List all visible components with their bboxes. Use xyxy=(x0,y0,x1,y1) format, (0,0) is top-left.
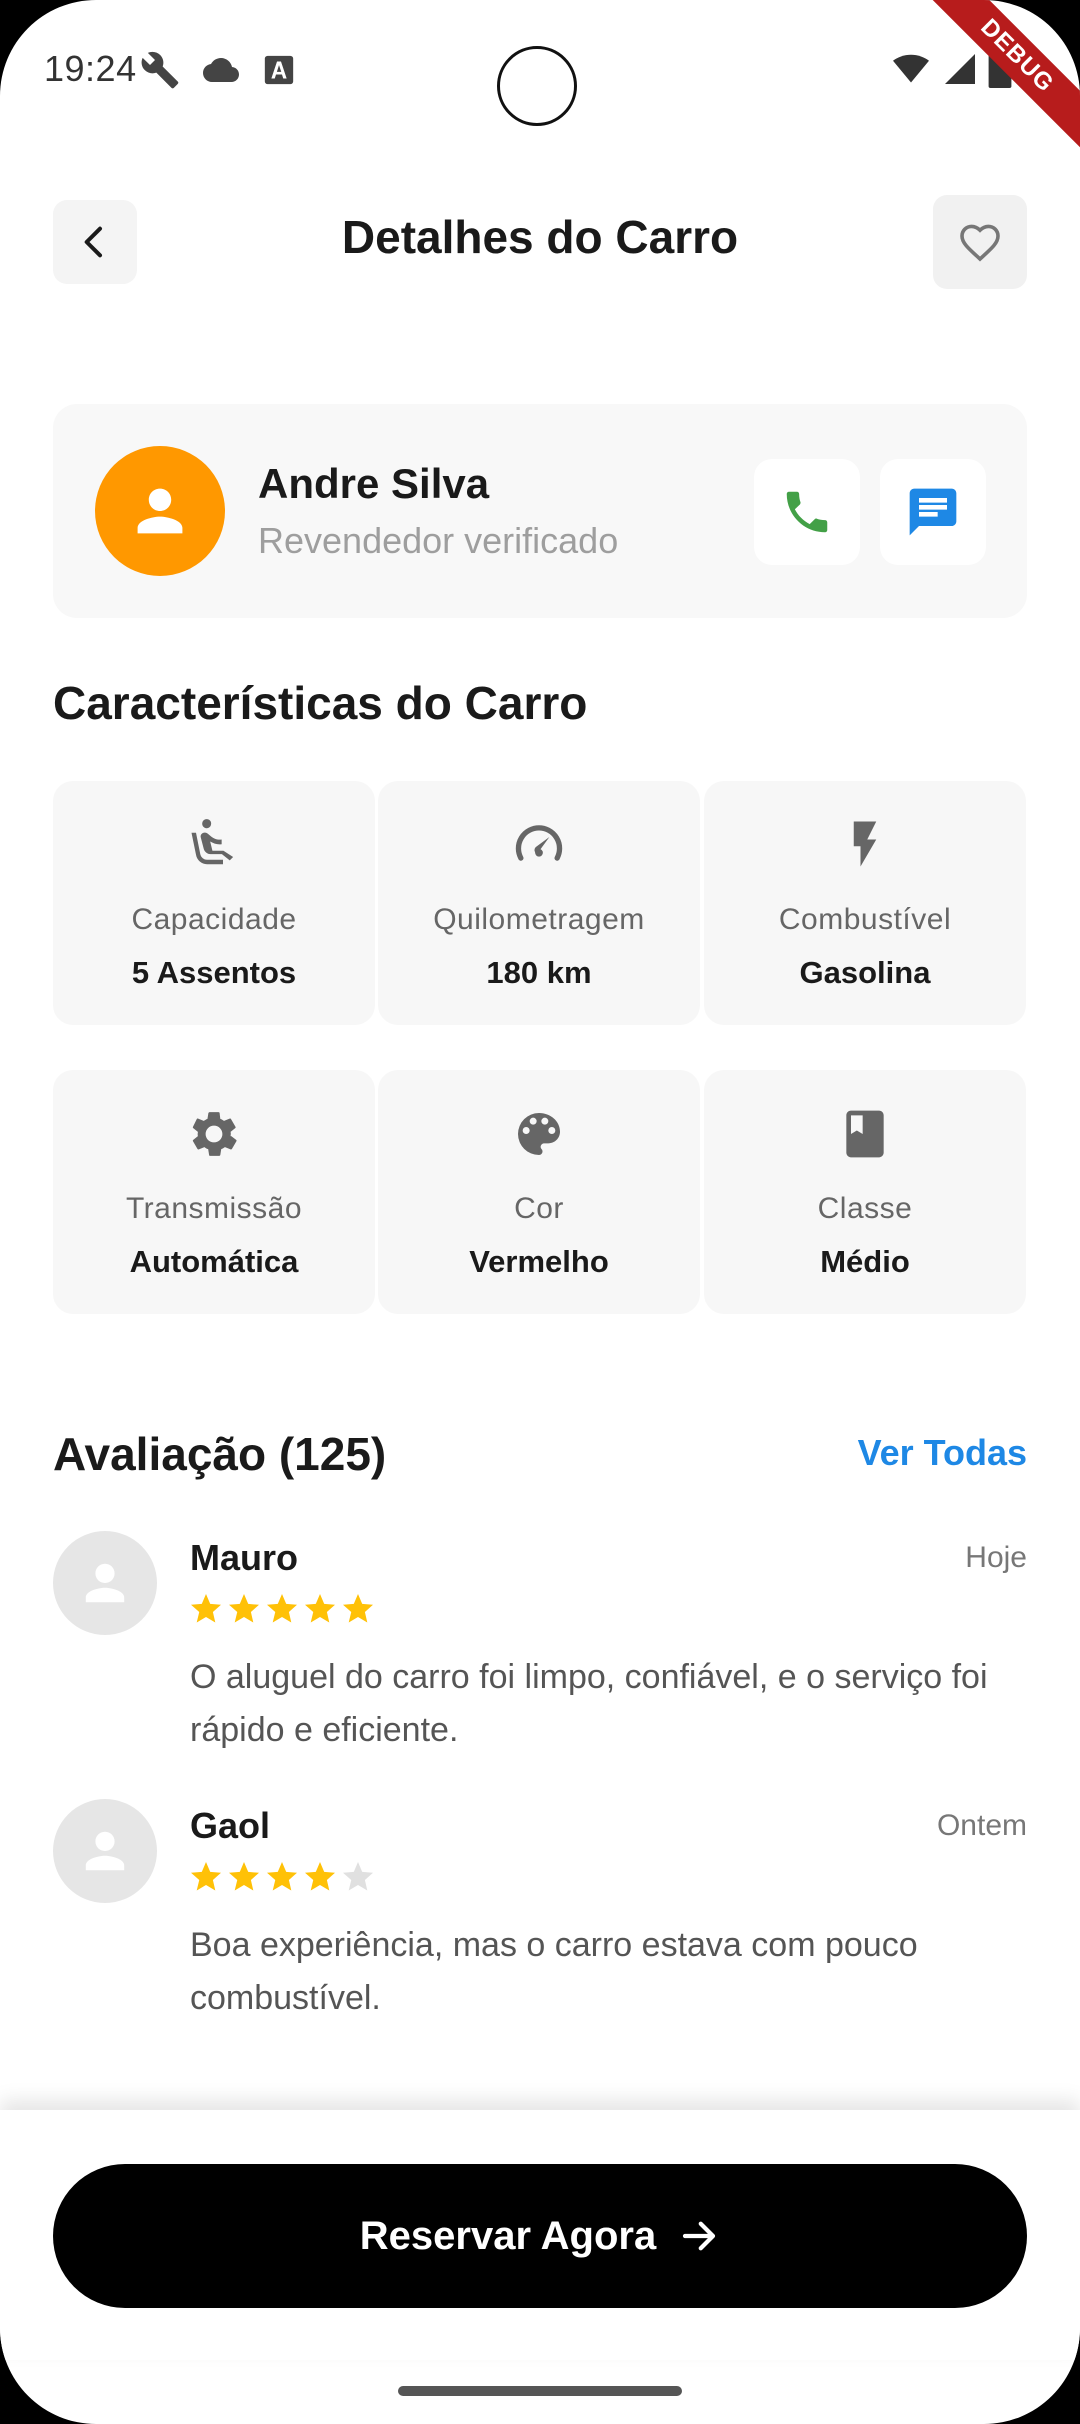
speedometer-icon xyxy=(515,825,563,861)
feature-value: 180 km xyxy=(486,955,592,990)
reserve-now-label: Reservar Agora xyxy=(359,2213,657,2258)
reviewer-avatar xyxy=(53,1531,157,1635)
bottom-bar: Reservar Agora xyxy=(0,2110,1080,2360)
wifi-icon xyxy=(893,54,929,83)
font-icon xyxy=(264,55,294,85)
page-title: Detalhes do Carro xyxy=(341,211,739,263)
feature-color: Cor Vermelho xyxy=(378,1070,700,1314)
feature-value: 5 Assentos xyxy=(131,955,297,990)
reviewer-name: Gaol xyxy=(190,1805,271,1846)
feature-value: Automática xyxy=(129,1244,299,1279)
book-icon xyxy=(846,1110,884,1158)
reserve-now-button[interactable]: Reservar Agora xyxy=(53,2164,1027,2308)
star-icon xyxy=(229,1594,259,1623)
review-item: Mauro Hoje O aluguel do carro foi limpo,… xyxy=(53,1531,1027,1771)
review-date: Hoje xyxy=(965,1541,1027,1574)
reviewer-avatar xyxy=(53,1799,157,1903)
star-icon xyxy=(343,1594,373,1623)
feature-value: Médio xyxy=(820,1244,910,1279)
review-text: O aluguel do carro foi limpo, confiável,… xyxy=(190,1658,988,1749)
feature-label: Capacidade xyxy=(131,903,297,936)
feature-label: Classe xyxy=(817,1192,913,1225)
dealer-avatar xyxy=(95,446,225,576)
bolt-icon xyxy=(853,821,877,867)
call-button[interactable] xyxy=(754,459,860,565)
chat-icon xyxy=(909,488,957,536)
review-date: Ontem xyxy=(936,1809,1027,1842)
feature-label: Cor xyxy=(514,1192,564,1225)
status-time: 19:24 xyxy=(44,48,137,89)
rating-stars xyxy=(188,1859,376,1895)
status-icons-left xyxy=(140,50,296,90)
rating-stars xyxy=(188,1591,376,1627)
star-icon xyxy=(267,1862,297,1891)
star-empty-icon xyxy=(343,1862,373,1891)
star-icon xyxy=(191,1862,221,1891)
signal-icon xyxy=(945,54,975,84)
see-all-link[interactable]: Ver Todas xyxy=(858,1432,1027,1474)
feature-label: Quilometragem xyxy=(433,903,645,936)
person-icon xyxy=(85,1831,125,1871)
cloud-icon xyxy=(203,58,239,82)
reviews-title: Avaliação (125) xyxy=(53,1428,387,1480)
dealer-name: Andre Silva xyxy=(258,460,490,507)
star-icon xyxy=(267,1594,297,1623)
feature-transmission: Transmissão Automática xyxy=(53,1070,375,1314)
star-icon xyxy=(191,1594,221,1623)
camera-cutout xyxy=(497,46,577,126)
feature-label: Transmissão xyxy=(125,1192,303,1225)
star-icon xyxy=(229,1862,259,1891)
reviewer-name: Mauro xyxy=(190,1537,298,1578)
palette-icon xyxy=(518,1113,560,1155)
review-item: Gaol Ontem Boa experiência, mas o carro … xyxy=(53,1799,1027,2039)
feature-class: Classe Médio xyxy=(704,1070,1026,1314)
person-icon xyxy=(137,488,183,534)
feature-value: Gasolina xyxy=(799,955,931,990)
favorite-button[interactable] xyxy=(933,195,1027,289)
dealer-card: Andre Silva Revendedor verificado xyxy=(53,404,1027,618)
feature-value: Vermelho xyxy=(469,1244,609,1279)
home-indicator[interactable] xyxy=(398,2386,682,2396)
gear-icon xyxy=(192,1112,237,1156)
wrench-icon xyxy=(141,51,179,89)
feature-capacity: Capacidade 5 Assentos xyxy=(53,781,375,1025)
features-title: Características do Carro xyxy=(53,677,588,729)
review-text: Boa experiência, mas o carro estava com … xyxy=(190,1926,918,2017)
feature-fuel: Combustível Gasolina xyxy=(704,781,1026,1025)
heart-outline-icon xyxy=(960,224,1000,262)
dealer-subtitle: Revendedor verificado xyxy=(258,520,619,561)
person-icon xyxy=(85,1563,125,1603)
status-bar: 19:24 DEBUG xyxy=(0,0,1080,159)
arrow-right-icon xyxy=(683,2221,716,2251)
phone-icon xyxy=(786,491,828,533)
message-button[interactable] xyxy=(880,459,986,565)
phone-screen: 19:24 DEBUG Detalhes do Carro Andre Silv… xyxy=(0,0,1080,2424)
feature-label: Combustível xyxy=(778,903,952,936)
seat-icon xyxy=(191,819,234,865)
star-icon xyxy=(305,1862,335,1891)
feature-mileage: Quilometragem 180 km xyxy=(378,781,700,1025)
star-icon xyxy=(305,1594,335,1623)
